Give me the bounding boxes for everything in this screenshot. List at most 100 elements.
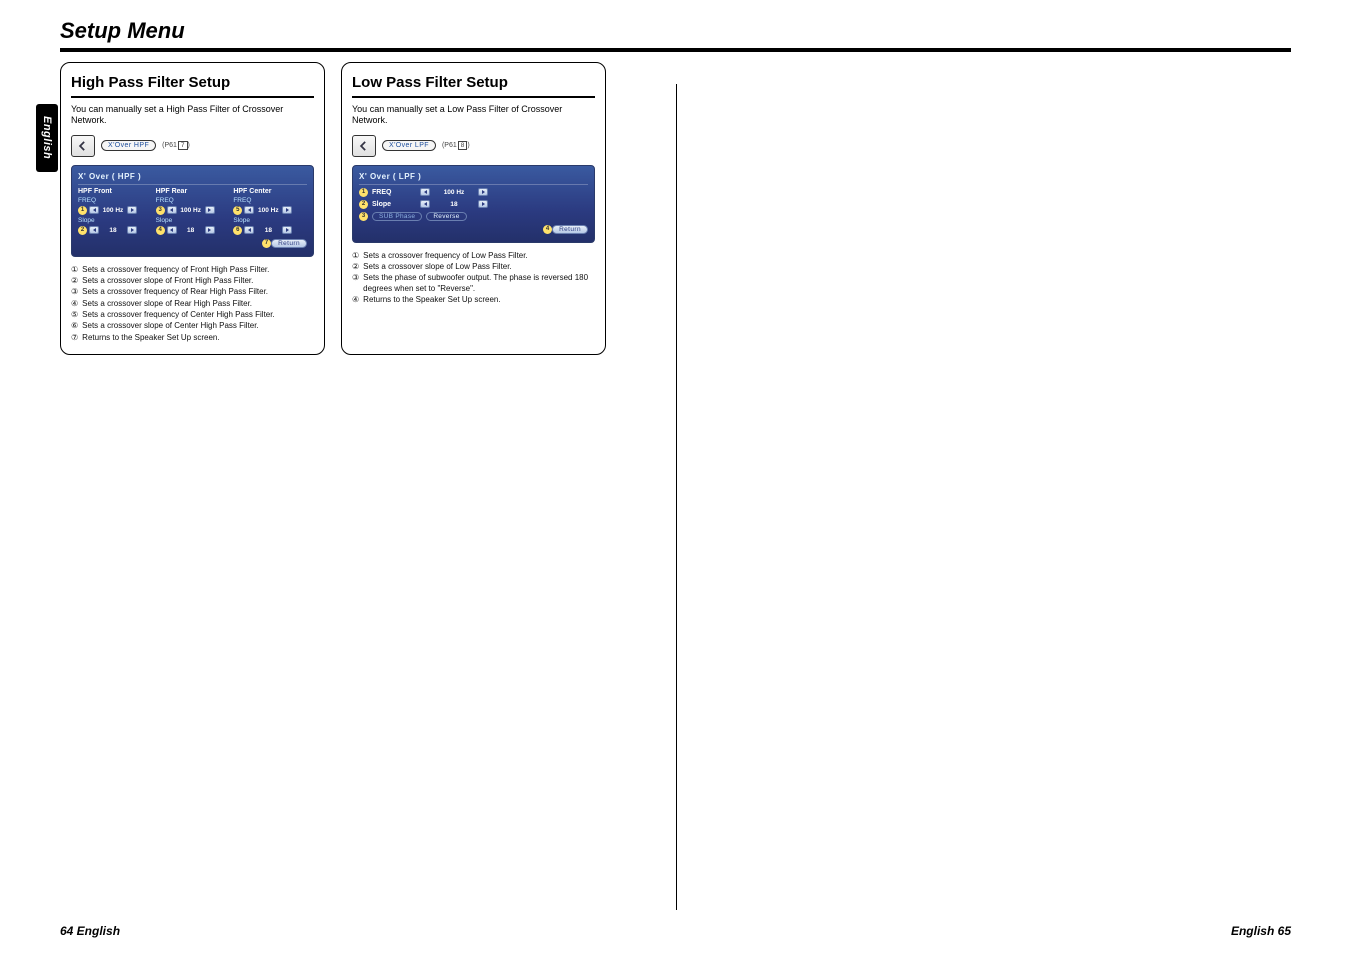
sub-phase-label: SUB Phase <box>372 212 422 221</box>
list-item: ①Sets a crossover frequency of Low Pass … <box>352 251 595 261</box>
slope-increase-button[interactable] <box>282 226 292 234</box>
list-item: ③Sets a crossover frequency of Rear High… <box>71 287 314 297</box>
callout-4: 4 <box>543 225 552 234</box>
hpf-intro: You can manually set a High Pass Filter … <box>71 104 314 127</box>
lpf-ref-num: 8 <box>458 141 468 150</box>
slope-increase-button[interactable] <box>205 226 215 234</box>
hpf-rear-freq-control: 3 100 Hz <box>156 206 230 215</box>
freq-increase-button[interactable] <box>282 206 292 214</box>
list-item: ⑥Sets a crossover slope of Center High P… <box>71 321 314 331</box>
hpf-center-slope-value: 18 <box>256 227 280 234</box>
freq-decrease-button[interactable] <box>420 188 430 196</box>
slope-increase-button[interactable] <box>478 200 488 208</box>
list-item: ②Sets a crossover slope of Front High Pa… <box>71 276 314 286</box>
hpf-front-slope-control: 2 18 <box>78 226 152 235</box>
lpf-path-ref: (P618) <box>442 141 470 150</box>
hpf-center-slope-control: 6 18 <box>233 226 307 235</box>
hpf-front-freq-value: 100 Hz <box>101 207 125 214</box>
note-text: Sets a crossover frequency of Low Pass F… <box>363 251 528 261</box>
freq-increase-button[interactable] <box>478 188 488 196</box>
hpf-rear-slope-control: 4 18 <box>156 226 230 235</box>
list-item: ④Sets a crossover slope of Rear High Pas… <box>71 299 314 309</box>
footer-right: English 65 <box>1231 924 1291 938</box>
sub-phase-value[interactable]: Reverse <box>426 212 466 221</box>
note-text: Sets a crossover frequency of Front High… <box>82 265 269 275</box>
callout-2: 2 <box>359 200 368 209</box>
hpf-front-hdr: HPF Front <box>78 188 152 195</box>
callout-5: 5 <box>233 206 242 215</box>
freq-decrease-button[interactable] <box>244 206 254 214</box>
lpf-heading: Low Pass Filter Setup <box>352 71 595 98</box>
lpf-intro: You can manually set a Low Pass Filter o… <box>352 104 595 127</box>
hpf-slope-label-3: Slope <box>233 217 307 224</box>
freq-decrease-button[interactable] <box>167 206 177 214</box>
list-item: ①Sets a crossover frequency of Front Hig… <box>71 265 314 275</box>
freq-increase-button[interactable] <box>205 206 215 214</box>
callout-1: 1 <box>78 206 87 215</box>
callout-3: 3 <box>359 212 368 221</box>
hpf-screen: X' Over ( HPF ) HPF Front HPF Rear HPF C… <box>71 165 314 257</box>
note-text: Sets a crossover frequency of Rear High … <box>82 287 268 297</box>
language-tab: English <box>36 104 58 172</box>
note-text: Sets the phase of subwoofer output. The … <box>363 273 595 294</box>
lpf-freq-row: 1 FREQ 100 Hz <box>359 188 588 197</box>
hpf-center-freq-control: 5 100 Hz <box>233 206 307 215</box>
back-icon[interactable] <box>71 135 95 157</box>
slope-decrease-button[interactable] <box>420 200 430 208</box>
return-button[interactable]: Return <box>552 225 588 234</box>
hpf-ref-num: 7 <box>178 141 188 150</box>
hpf-slope-label-2: Slope <box>156 217 230 224</box>
slope-increase-button[interactable] <box>127 226 137 234</box>
lpf-slope-row: 2 Slope 18 <box>359 200 588 209</box>
freq-increase-button[interactable] <box>127 206 137 214</box>
callout-6: 6 <box>233 226 242 235</box>
callout-4: 4 <box>156 226 165 235</box>
hpf-screen-title: X' Over ( HPF ) <box>78 172 307 181</box>
return-label: Return <box>278 240 300 247</box>
hpf-rear-freq-value: 100 Hz <box>179 207 203 214</box>
freq-decrease-button[interactable] <box>89 206 99 214</box>
note-text: Sets a crossover frequency of Center Hig… <box>82 310 275 320</box>
hpf-rear-hdr: HPF Rear <box>156 188 230 195</box>
lpf-panel: Low Pass Filter Setup You can manually s… <box>341 62 606 355</box>
lpf-slope-value: 18 <box>434 201 474 208</box>
arrow-back-icon <box>76 139 90 153</box>
note-text: Returns to the Speaker Set Up screen. <box>363 295 500 305</box>
note-text: Sets a crossover slope of Low Pass Filte… <box>363 262 512 272</box>
section-title: Setup Menu <box>0 0 1351 48</box>
arrow-back-icon <box>357 139 371 153</box>
back-icon[interactable] <box>352 135 376 157</box>
lpf-screen: X' Over ( LPF ) 1 FREQ 100 Hz 2 Slope 18 <box>352 165 595 243</box>
hpf-slope-label-1: Slope <box>78 217 152 224</box>
hpf-path-ref: (P617) <box>162 141 190 150</box>
slope-decrease-button[interactable] <box>244 226 254 234</box>
lpf-notes: ①Sets a crossover frequency of Low Pass … <box>352 251 595 306</box>
slope-decrease-button[interactable] <box>89 226 99 234</box>
lpf-ref-suffix: ) <box>467 142 469 149</box>
return-label: Return <box>559 226 581 233</box>
list-item: ⑤Sets a crossover frequency of Center Hi… <box>71 310 314 320</box>
note-text: Returns to the Speaker Set Up screen. <box>82 333 219 343</box>
list-item: ④Returns to the Speaker Set Up screen. <box>352 295 595 305</box>
hpf-breadcrumb: X'Over HPF (P617) <box>71 135 314 157</box>
callout-3: 3 <box>156 206 165 215</box>
hpf-heading: High Pass Filter Setup <box>71 71 314 98</box>
list-item: ③Sets the phase of subwoofer output. The… <box>352 273 595 294</box>
note-text: Sets a crossover slope of Front High Pas… <box>82 276 253 286</box>
lpf-breadcrumb: X'Over LPF (P618) <box>352 135 595 157</box>
list-item: ②Sets a crossover slope of Low Pass Filt… <box>352 262 595 272</box>
hpf-center-hdr: HPF Center <box>233 188 307 195</box>
hpf-notes: ①Sets a crossover frequency of Front Hig… <box>71 265 314 344</box>
slope-decrease-button[interactable] <box>167 226 177 234</box>
section-rule <box>60 48 1291 52</box>
hpf-freq-label-1: FREQ <box>78 197 152 204</box>
lpf-path-label[interactable]: X'Over LPF <box>382 140 436 151</box>
hpf-front-freq-control: 1 100 Hz <box>78 206 152 215</box>
lpf-ref-prefix: (P61 <box>442 142 457 149</box>
footer-left: 64 English <box>60 924 120 938</box>
hpf-path-label[interactable]: X'Over HPF <box>101 140 156 151</box>
return-button[interactable]: Return <box>271 239 307 248</box>
lpf-phase-row: 3 SUB Phase Reverse <box>359 212 588 221</box>
note-text: Sets a crossover slope of Center High Pa… <box>82 321 259 331</box>
callout-2: 2 <box>78 226 87 235</box>
